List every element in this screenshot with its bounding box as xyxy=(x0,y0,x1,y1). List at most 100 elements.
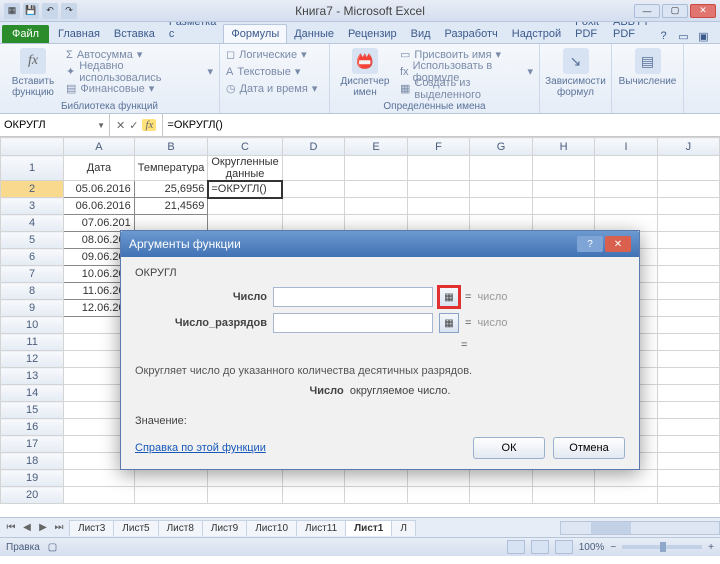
ribbon-tab-вставка[interactable]: Вставка xyxy=(107,25,162,43)
sheet-tab-Лист5[interactable]: Лист5 xyxy=(113,520,158,536)
cell-B1[interactable]: Температура xyxy=(134,156,208,181)
cell[interactable] xyxy=(345,470,407,487)
ribbon-tab-надстрой[interactable]: Надстрой xyxy=(505,25,568,43)
horizontal-scrollbar[interactable] xyxy=(560,521,720,535)
cell[interactable] xyxy=(657,156,719,181)
row-header-7[interactable]: 7 xyxy=(1,266,64,283)
col-header-E[interactable]: E xyxy=(345,138,407,156)
row-header-1[interactable]: 1 xyxy=(1,156,64,181)
cell[interactable] xyxy=(657,351,719,368)
recent-fn-button[interactable]: ✦ Недавно использовались ▾ xyxy=(66,63,213,80)
cell[interactable] xyxy=(407,487,469,504)
cell[interactable] xyxy=(470,156,533,181)
cell[interactable] xyxy=(470,181,533,198)
cell[interactable] xyxy=(282,198,345,215)
zoom-level[interactable]: 100% xyxy=(579,542,605,553)
cell[interactable] xyxy=(595,470,657,487)
cell[interactable] xyxy=(657,487,719,504)
col-header-H[interactable]: H xyxy=(532,138,595,156)
cell[interactable] xyxy=(407,198,469,215)
row-header-16[interactable]: 16 xyxy=(1,419,64,436)
col-header-G[interactable]: G xyxy=(470,138,533,156)
row-header-6[interactable]: 6 xyxy=(1,249,64,266)
accept-edit-icon[interactable]: ✓ xyxy=(129,119,138,132)
zoom-in-icon[interactable]: + xyxy=(708,542,714,553)
logical-button[interactable]: ◻ Логические ▾ xyxy=(226,46,323,63)
cell[interactable] xyxy=(282,181,345,198)
row-header-13[interactable]: 13 xyxy=(1,368,64,385)
cell-C2[interactable]: =ОКРУГЛ() xyxy=(208,181,282,198)
create-from-selection-button[interactable]: ▦ Создать из выделенного xyxy=(400,80,533,97)
sheet-tab-Лист1[interactable]: Лист1 xyxy=(345,520,392,536)
row-header-10[interactable]: 10 xyxy=(1,317,64,334)
zoom-out-icon[interactable]: − xyxy=(610,542,616,553)
name-box-input[interactable] xyxy=(4,119,74,131)
help-icon[interactable]: ? xyxy=(657,29,671,43)
dialog-help-link[interactable]: Справка по этой функции xyxy=(135,442,266,454)
name-manager-button[interactable]: 📛 Диспетчер имен xyxy=(336,46,394,100)
cell-A19[interactable] xyxy=(64,470,135,487)
file-tab[interactable]: Файл xyxy=(2,25,49,43)
cell[interactable] xyxy=(657,368,719,385)
cell[interactable] xyxy=(532,156,595,181)
cell[interactable] xyxy=(345,487,407,504)
cell[interactable] xyxy=(657,419,719,436)
col-header-D[interactable]: D xyxy=(282,138,345,156)
cell[interactable] xyxy=(470,487,533,504)
cell[interactable] xyxy=(657,317,719,334)
view-layout-icon[interactable] xyxy=(531,540,549,554)
select-all-corner[interactable] xyxy=(1,138,64,156)
arg1-range-ref-button[interactable]: ▦ xyxy=(439,287,459,307)
cell[interactable] xyxy=(595,181,657,198)
ribbon-tab-рецензир[interactable]: Рецензир xyxy=(341,25,404,43)
ok-button[interactable]: ОК xyxy=(473,437,545,459)
sheet-tab-Лист11[interactable]: Лист11 xyxy=(296,520,346,536)
cell-C20[interactable] xyxy=(208,487,282,504)
cell-A2[interactable]: 05.06.2016 xyxy=(64,181,135,198)
cell[interactable] xyxy=(657,470,719,487)
cell[interactable] xyxy=(345,215,407,232)
col-header-A[interactable]: A xyxy=(64,138,135,156)
view-pagebreak-icon[interactable] xyxy=(555,540,573,554)
cell[interactable] xyxy=(657,385,719,402)
col-header-F[interactable]: F xyxy=(407,138,469,156)
row-header-2[interactable]: 2 xyxy=(1,181,64,198)
cell[interactable] xyxy=(657,249,719,266)
insert-function-icon[interactable]: fx xyxy=(142,119,156,131)
cell[interactable] xyxy=(657,300,719,317)
formula-input[interactable] xyxy=(167,119,716,131)
name-box[interactable]: ▼ xyxy=(0,114,110,136)
col-header-I[interactable]: I xyxy=(595,138,657,156)
cell[interactable] xyxy=(595,156,657,181)
cell[interactable] xyxy=(595,487,657,504)
cell[interactable] xyxy=(407,470,469,487)
row-header-14[interactable]: 14 xyxy=(1,385,64,402)
cell[interactable] xyxy=(595,198,657,215)
row-header-9[interactable]: 9 xyxy=(1,300,64,317)
calculation-button[interactable]: ▤ Вычисление xyxy=(618,46,677,89)
cell[interactable] xyxy=(657,436,719,453)
cell-C19[interactable] xyxy=(208,470,282,487)
row-header-15[interactable]: 15 xyxy=(1,402,64,419)
tab-nav-prev-icon[interactable]: ◀ xyxy=(20,522,34,533)
cell[interactable] xyxy=(595,215,657,232)
sheet-tab-Лист10[interactable]: Лист10 xyxy=(246,520,297,536)
row-header-12[interactable]: 12 xyxy=(1,351,64,368)
ribbon-tab-формулы[interactable]: Формулы xyxy=(223,24,287,43)
restore-window-icon[interactable]: ▣ xyxy=(697,29,711,43)
save-icon[interactable]: 💾 xyxy=(23,3,39,19)
cell[interactable] xyxy=(657,232,719,249)
close-icon[interactable]: ✕ xyxy=(690,4,716,18)
dialog-titlebar[interactable]: Аргументы функции ? ✕ xyxy=(121,231,639,257)
cell[interactable] xyxy=(657,283,719,300)
sheet-tab-Лист9[interactable]: Лист9 xyxy=(202,520,247,536)
cell[interactable] xyxy=(470,215,533,232)
cancel-edit-icon[interactable]: ✕ xyxy=(116,119,125,132)
cell[interactable] xyxy=(532,470,595,487)
cell[interactable] xyxy=(345,156,407,181)
cell[interactable] xyxy=(532,198,595,215)
cell-A3[interactable]: 06.06.2016 xyxy=(64,198,135,215)
ribbon-tab-вид[interactable]: Вид xyxy=(404,25,438,43)
view-normal-icon[interactable] xyxy=(507,540,525,554)
cell-A1[interactable]: Дата xyxy=(64,156,135,181)
